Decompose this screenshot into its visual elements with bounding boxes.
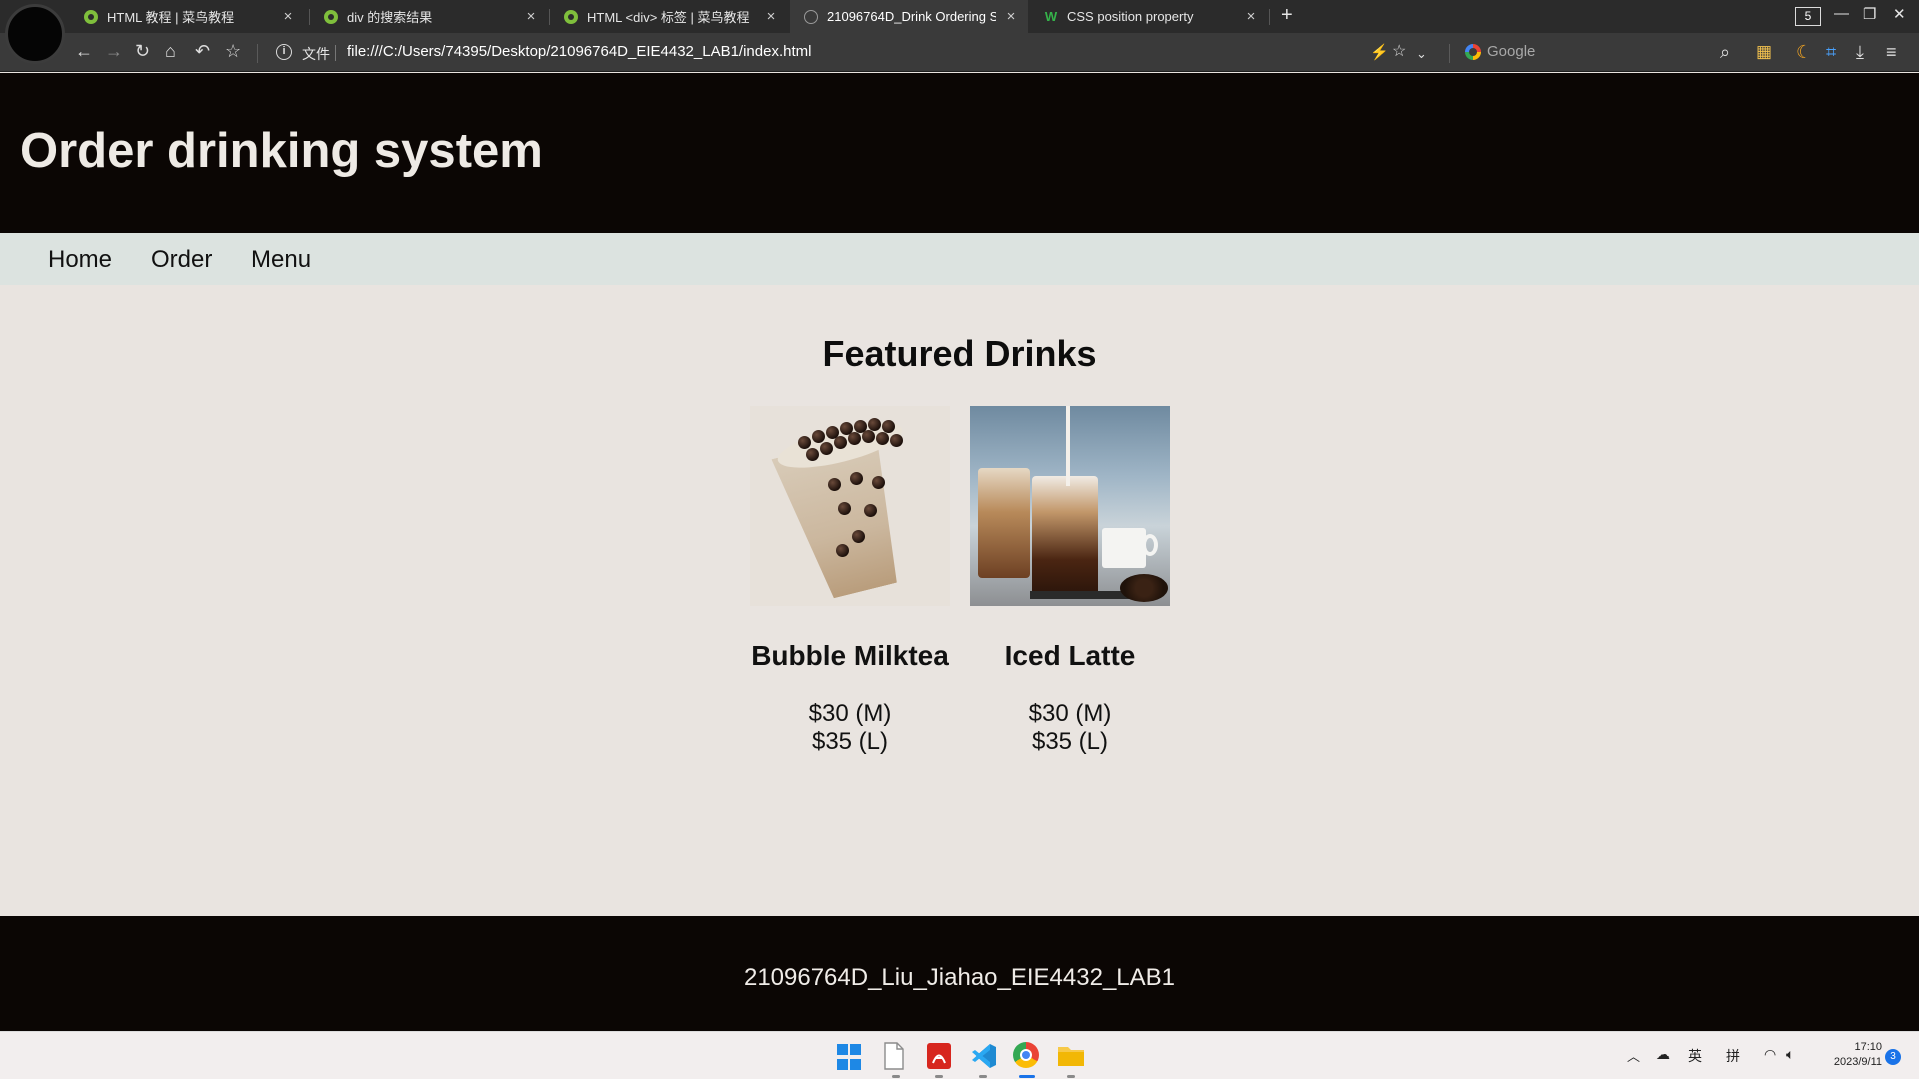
new-tab-button[interactable]: + (1281, 4, 1293, 27)
screenshot-crop-icon[interactable]: ⌗ (1826, 42, 1836, 62)
file-explorer-icon[interactable] (1057, 1042, 1085, 1070)
notepad-icon[interactable] (882, 1042, 910, 1070)
undo-close-icon[interactable]: ↶ (195, 41, 210, 61)
site-footer: 21096764D_Liu_Jiahao_EIE4432_LAB1 (0, 916, 1919, 1031)
tab-html-div-tag[interactable]: HTML <div> 标签 | 菜鸟教程 × (550, 0, 788, 33)
profile-avatar[interactable] (5, 4, 65, 64)
night-mode-icon[interactable]: ☾ (1796, 42, 1812, 62)
tab-html-tutorial[interactable]: HTML 教程 | 菜鸟教程 × (70, 0, 305, 33)
bubble-milktea-image (750, 406, 950, 606)
close-icon[interactable]: × (1004, 8, 1018, 25)
ime-language[interactable]: 英 (1688, 1046, 1702, 1066)
home-icon[interactable]: ⌂ (165, 41, 176, 61)
forward-icon[interactable]: → (105, 41, 123, 61)
acrobat-icon[interactable] (926, 1042, 954, 1070)
tab-div-search[interactable]: div 的搜索结果 × (310, 0, 548, 33)
download-icon[interactable]: ⤓ (1856, 42, 1864, 62)
notification-badge[interactable]: 3 (1885, 1049, 1901, 1065)
window-count-button[interactable]: 5 (1795, 7, 1821, 26)
close-icon[interactable]: × (281, 8, 295, 25)
browser-toolbar: ← → ↻ ⌂ ↶ ☆ i 文件 file:///C:/Users/74395/… (0, 33, 1919, 72)
tab-title: HTML <div> 标签 | 菜鸟教程 (587, 10, 750, 25)
reload-icon[interactable]: ↻ (135, 41, 150, 61)
drink-price-medium: $30 (M) (808, 700, 892, 727)
ime-mode[interactable]: 拼 (1726, 1046, 1740, 1066)
file-scheme-label: 文件 (302, 46, 330, 62)
google-icon (1465, 43, 1481, 60)
address-input[interactable]: file:///C:/Users/74395/Desktop/21096764D… (347, 43, 811, 60)
menu-icon[interactable]: ≡ (1886, 42, 1897, 62)
browser-tab-bar: HTML 教程 | 菜鸟教程 × div 的搜索结果 × HTML <div> … (0, 0, 1919, 64)
onedrive-cloud-icon[interactable]: ☁ (1656, 1046, 1670, 1063)
nav-link-menu[interactable]: Menu (251, 246, 311, 274)
iced-latte-image (970, 406, 1170, 606)
runoob-favicon-icon (564, 9, 578, 24)
apps-grid-icon[interactable]: ▦ (1756, 42, 1772, 62)
footer-text: 21096764D_Liu_Jiahao_EIE4432_LAB1 (743, 964, 1176, 991)
page-title: Order drinking system (20, 124, 543, 178)
drink-card-bubble-milktea: Bubble Milktea $30 (M) $35 (L) (750, 406, 950, 756)
web-page: Order drinking system Home Order Menu Fe… (0, 73, 1919, 1031)
search-icon[interactable]: ⌕ (1720, 42, 1730, 62)
search-box[interactable]: Google (1465, 43, 1535, 60)
minimize-icon[interactable]: — (1834, 5, 1849, 22)
runoob-favicon-icon (84, 9, 98, 24)
drink-price-large: $35 (L) (811, 728, 889, 755)
runoob-favicon-icon (324, 9, 338, 24)
site-info-icon[interactable]: i (276, 44, 292, 60)
site-header: Order drinking system (0, 73, 1919, 233)
chevron-up-icon[interactable]: ︿ (1627, 1046, 1640, 1065)
site-nav: Home Order Menu (0, 233, 1919, 285)
restore-icon[interactable]: ❐ (1863, 5, 1876, 23)
close-icon[interactable]: × (1244, 8, 1258, 25)
drink-name: Bubble Milktea (751, 640, 949, 671)
w3schools-favicon-icon: W (1044, 9, 1058, 24)
tab-drink-ordering[interactable]: 21096764D_Drink Ordering Sy × (790, 0, 1028, 33)
taskbar: ︿ ☁ 英 拼 ◠ 🔈︎ 17:10 2023/9/11 3 (0, 1031, 1919, 1079)
tab-title: div 的搜索结果 (347, 10, 433, 25)
tab-title: HTML 教程 | 菜鸟教程 (107, 10, 235, 25)
chrome-icon[interactable] (1013, 1042, 1041, 1070)
tab-title: 21096764D_Drink Ordering Sy (827, 9, 996, 24)
lightning-icon[interactable]: ⚡ (1370, 43, 1389, 63)
tab-css-position[interactable]: W CSS position property × (1030, 0, 1268, 33)
drink-price-medium: $30 (M) (1028, 700, 1112, 727)
clock-date: 2023/9/11 (1833, 1056, 1882, 1068)
system-clock[interactable]: 17:10 2023/9/11 (1820, 1040, 1882, 1070)
clock-time: 17:10 (1854, 1041, 1882, 1053)
drink-name: Iced Latte (1004, 640, 1136, 671)
start-windows-icon[interactable] (837, 1044, 865, 1072)
close-icon[interactable]: × (764, 8, 778, 25)
close-window-icon[interactable]: ✕ (1893, 5, 1906, 23)
vscode-icon[interactable] (970, 1042, 998, 1070)
globe-icon (804, 9, 818, 24)
back-icon[interactable]: ← (75, 41, 93, 61)
nav-link-order[interactable]: Order (151, 246, 212, 274)
volume-icon[interactable]: 🔈︎ (1786, 1046, 1794, 1063)
featured-heading: Featured Drinks (822, 333, 1097, 374)
drink-card-iced-latte: Iced Latte $30 (M) $35 (L) (970, 406, 1170, 756)
wifi-icon[interactable]: ◠ (1764, 1046, 1776, 1063)
favorite-star-icon[interactable]: ☆ (1392, 42, 1406, 62)
close-icon[interactable]: × (524, 8, 538, 25)
search-placeholder: Google (1487, 43, 1536, 60)
bookmark-star-icon[interactable]: ☆ (225, 41, 241, 61)
nav-link-home[interactable]: Home (48, 246, 112, 274)
tab-title: CSS position property (1067, 9, 1194, 24)
drink-price-large: $35 (L) (1031, 728, 1109, 755)
chevron-down-icon[interactable]: ⌄ (1416, 44, 1427, 64)
